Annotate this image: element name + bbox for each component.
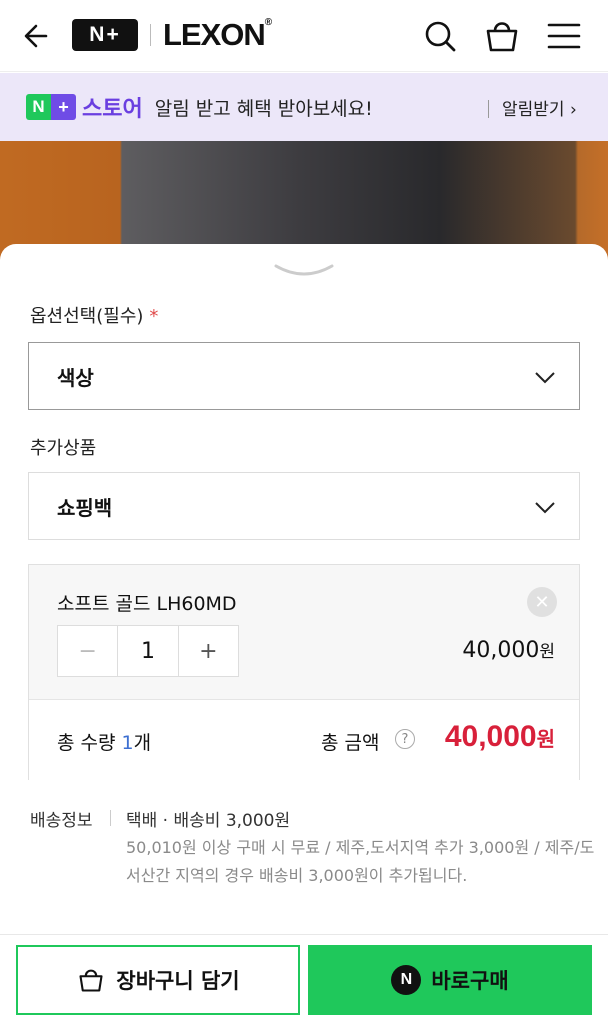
select-value: 색상 (57, 365, 94, 390)
shopping-bag-icon[interactable] (482, 16, 522, 56)
total-price: 40,000원 (444, 720, 555, 753)
remove-item-button[interactable]: ✕ (527, 587, 557, 617)
badge-n: N (26, 94, 51, 120)
shipping-label: 배송정보 (30, 811, 93, 831)
menu-icon[interactable] (544, 16, 584, 56)
decrease-button[interactable]: − (58, 626, 119, 676)
top-header: N+ LEXON® (0, 0, 608, 72)
increase-button[interactable]: + (179, 626, 238, 676)
cart-label: 장바구니 담기 (116, 969, 240, 993)
sheet-collapse-handle[interactable] (272, 262, 336, 280)
option-required-label: 옵션선택(필수) * (30, 306, 159, 327)
shopping-bag-icon (79, 969, 103, 992)
logo-divider (150, 24, 151, 46)
nplus-store-badge: N + (26, 94, 76, 120)
addon-label: 추가상품 (30, 438, 97, 459)
store-name: 스토어 (82, 97, 143, 122)
buy-label: 바로구매 (431, 969, 509, 993)
product-image (0, 141, 608, 261)
chevron-down-icon (535, 502, 555, 514)
search-icon[interactable] (420, 16, 460, 56)
brand-logo[interactable]: N+ LEXON® (72, 17, 272, 53)
banner-divider (488, 100, 489, 118)
bottom-action-bar: 장바구니 담기 N 바로구매 (0, 934, 608, 1024)
back-arrow-icon[interactable] (20, 18, 56, 54)
banner-message: 알림 받고 혜택 받아보세요! (154, 97, 373, 120)
help-icon[interactable]: ? (395, 729, 415, 749)
nplus-badge: N+ (72, 19, 138, 51)
quantity-stepper: − 1 + (57, 625, 239, 677)
add-to-cart-button[interactable]: 장바구니 담기 (16, 945, 300, 1015)
buy-now-button[interactable]: N 바로구매 (308, 945, 592, 1015)
selected-item-card: 소프트 골드 LH60MD ✕ − 1 + 40,000원 총 수량 1개 총 … (28, 564, 580, 780)
shipping-note: 50,010원 이상 구매 시 무료 / 제주,도서지역 추가 3,000원 /… (126, 838, 595, 885)
naver-pay-icon: N (391, 965, 422, 995)
select-value: 쇼핑백 (57, 495, 113, 520)
shipping-fee: 택배 · 배송비 3,000원 (126, 811, 291, 831)
badge-plus: + (51, 94, 76, 120)
chevron-down-icon (535, 372, 555, 384)
item-price: 40,000원 (462, 638, 555, 663)
shipping-divider (110, 810, 111, 826)
addon-select[interactable]: 쇼핑백 (28, 472, 580, 540)
store-notification-banner[interactable]: N + 스토어 알림 받고 혜택 받아보세요! 알림받기 › (0, 73, 608, 141)
option-bottom-sheet: 옵션선택(필수) * 색상 추가상품 쇼핑백 소프트 골드 LH60MD ✕ − … (0, 244, 608, 934)
total-quantity: 총 수량 1개 (57, 732, 152, 754)
notify-link[interactable]: 알림받기 › (502, 95, 577, 120)
required-mark: * (149, 306, 159, 327)
total-amount-label: 총 금액 (321, 732, 380, 754)
color-option-select[interactable]: 색상 (28, 342, 580, 410)
brand-name: LEXON® (163, 17, 272, 52)
total-row: 총 수량 1개 총 금액 ? 40,000원 (29, 699, 579, 780)
quantity-value[interactable]: 1 (118, 626, 179, 676)
item-name: 소프트 골드 LH60MD (57, 593, 237, 615)
